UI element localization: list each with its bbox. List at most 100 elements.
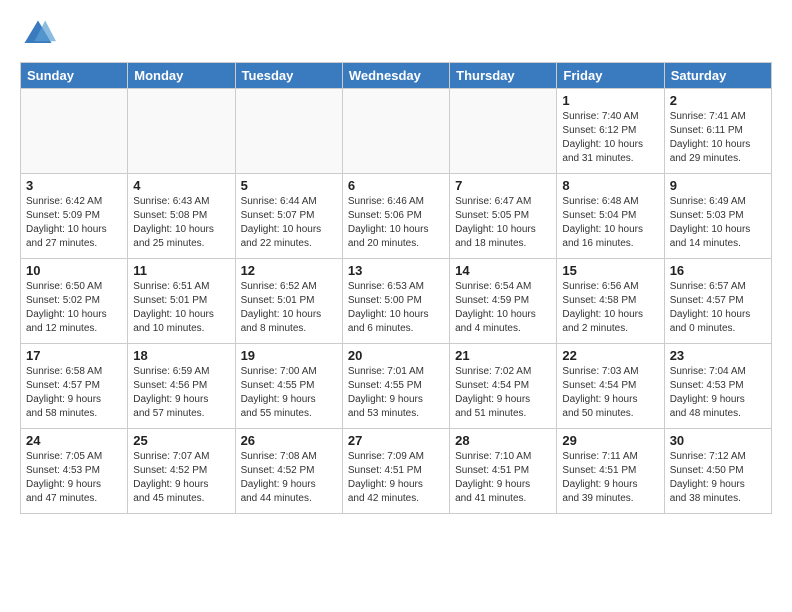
day-number: 6 xyxy=(348,178,444,193)
day-number: 12 xyxy=(241,263,337,278)
day-info: Sunrise: 6:49 AM Sunset: 5:03 PM Dayligh… xyxy=(670,195,766,251)
day-number: 27 xyxy=(348,433,444,448)
day-info: Sunrise: 6:54 AM Sunset: 4:59 PM Dayligh… xyxy=(455,280,551,336)
day-cell: 21 Sunrise: 7:02 AM Sunset: 4:54 PM Dayli… xyxy=(450,344,557,429)
day-cell: 2Sunrise: 7:41 AM Sunset: 6:11 PM Daylig… xyxy=(664,89,771,174)
weekday-header-wednesday: Wednesday xyxy=(342,63,449,89)
day-info: Sunrise: 7:11 AM Sunset: 4:51 PM Dayligh… xyxy=(562,450,658,506)
day-info: Sunrise: 7:00 AM Sunset: 4:55 PM Dayligh… xyxy=(241,365,337,421)
day-number: 8 xyxy=(562,178,658,193)
weekday-header-friday: Friday xyxy=(557,63,664,89)
day-info: Sunrise: 6:48 AM Sunset: 5:04 PM Dayligh… xyxy=(562,195,658,251)
day-info: Sunrise: 7:41 AM Sunset: 6:11 PM Dayligh… xyxy=(670,110,766,166)
day-number: 21 xyxy=(455,348,551,363)
day-info: Sunrise: 6:44 AM Sunset: 5:07 PM Dayligh… xyxy=(241,195,337,251)
day-info: Sunrise: 7:04 AM Sunset: 4:53 PM Dayligh… xyxy=(670,365,766,421)
weekday-header-tuesday: Tuesday xyxy=(235,63,342,89)
week-row-2: 3Sunrise: 6:42 AM Sunset: 5:09 PM Daylig… xyxy=(21,174,772,259)
day-info: Sunrise: 6:58 AM Sunset: 4:57 PM Dayligh… xyxy=(26,365,122,421)
day-cell: 25 Sunrise: 7:07 AM Sunset: 4:52 PM Dayli… xyxy=(128,429,235,514)
day-cell: 8 Sunrise: 6:48 AM Sunset: 5:04 PM Daylig… xyxy=(557,174,664,259)
day-cell: 17 Sunrise: 6:58 AM Sunset: 4:57 PM Dayli… xyxy=(21,344,128,429)
day-number: 18 xyxy=(133,348,229,363)
day-number: 14 xyxy=(455,263,551,278)
day-cell: 14 Sunrise: 6:54 AM Sunset: 4:59 PM Dayli… xyxy=(450,259,557,344)
day-cell: 29 Sunrise: 7:11 AM Sunset: 4:51 PM Dayli… xyxy=(557,429,664,514)
day-info: Sunrise: 7:03 AM Sunset: 4:54 PM Dayligh… xyxy=(562,365,658,421)
day-number: 17 xyxy=(26,348,122,363)
day-info: Sunrise: 6:57 AM Sunset: 4:57 PM Dayligh… xyxy=(670,280,766,336)
day-cell: 18 Sunrise: 6:59 AM Sunset: 4:56 PM Dayli… xyxy=(128,344,235,429)
header xyxy=(20,16,772,52)
day-cell: 30Sunrise: 7:12 AM Sunset: 4:50 PM Dayli… xyxy=(664,429,771,514)
weekday-header-saturday: Saturday xyxy=(664,63,771,89)
day-cell: 28Sunrise: 7:10 AM Sunset: 4:51 PM Dayli… xyxy=(450,429,557,514)
day-cell: 23 Sunrise: 7:04 AM Sunset: 4:53 PM Dayli… xyxy=(664,344,771,429)
day-info: Sunrise: 6:56 AM Sunset: 4:58 PM Dayligh… xyxy=(562,280,658,336)
day-number: 7 xyxy=(455,178,551,193)
week-row-5: 24 Sunrise: 7:05 AM Sunset: 4:53 PM Dayli… xyxy=(21,429,772,514)
weekday-header-thursday: Thursday xyxy=(450,63,557,89)
day-info: Sunrise: 7:02 AM Sunset: 4:54 PM Dayligh… xyxy=(455,365,551,421)
day-info: Sunrise: 6:51 AM Sunset: 5:01 PM Dayligh… xyxy=(133,280,229,336)
day-number: 24 xyxy=(26,433,122,448)
week-row-1: 1 Sunrise: 7:40 AM Sunset: 6:12 PM Daylig… xyxy=(21,89,772,174)
day-info: Sunrise: 7:10 AM Sunset: 4:51 PM Dayligh… xyxy=(455,450,551,506)
day-number: 9 xyxy=(670,178,766,193)
day-info: Sunrise: 7:09 AM Sunset: 4:51 PM Dayligh… xyxy=(348,450,444,506)
day-cell: 11 Sunrise: 6:51 AM Sunset: 5:01 PM Dayli… xyxy=(128,259,235,344)
week-row-3: 10Sunrise: 6:50 AM Sunset: 5:02 PM Dayli… xyxy=(21,259,772,344)
day-cell: 27 Sunrise: 7:09 AM Sunset: 4:51 PM Dayli… xyxy=(342,429,449,514)
day-cell: 10Sunrise: 6:50 AM Sunset: 5:02 PM Dayli… xyxy=(21,259,128,344)
weekday-header-row: SundayMondayTuesdayWednesdayThursdayFrid… xyxy=(21,63,772,89)
day-cell: 5 Sunrise: 6:44 AM Sunset: 5:07 PM Daylig… xyxy=(235,174,342,259)
day-info: Sunrise: 6:46 AM Sunset: 5:06 PM Dayligh… xyxy=(348,195,444,251)
day-cell: 12 Sunrise: 6:52 AM Sunset: 5:01 PM Dayli… xyxy=(235,259,342,344)
day-number: 13 xyxy=(348,263,444,278)
day-cell xyxy=(235,89,342,174)
day-number: 19 xyxy=(241,348,337,363)
day-number: 4 xyxy=(133,178,229,193)
day-number: 25 xyxy=(133,433,229,448)
weekday-header-monday: Monday xyxy=(128,63,235,89)
day-number: 22 xyxy=(562,348,658,363)
day-info: Sunrise: 7:12 AM Sunset: 4:50 PM Dayligh… xyxy=(670,450,766,506)
day-cell xyxy=(450,89,557,174)
day-cell: 4 Sunrise: 6:43 AM Sunset: 5:08 PM Daylig… xyxy=(128,174,235,259)
day-number: 29 xyxy=(562,433,658,448)
logo-icon xyxy=(20,16,56,52)
day-info: Sunrise: 6:52 AM Sunset: 5:01 PM Dayligh… xyxy=(241,280,337,336)
day-cell: 3Sunrise: 6:42 AM Sunset: 5:09 PM Daylig… xyxy=(21,174,128,259)
day-cell: 13 Sunrise: 6:53 AM Sunset: 5:00 PM Dayli… xyxy=(342,259,449,344)
day-number: 1 xyxy=(562,93,658,108)
day-info: Sunrise: 7:40 AM Sunset: 6:12 PM Dayligh… xyxy=(562,110,658,166)
day-info: Sunrise: 6:59 AM Sunset: 4:56 PM Dayligh… xyxy=(133,365,229,421)
logo xyxy=(20,16,60,52)
calendar: SundayMondayTuesdayWednesdayThursdayFrid… xyxy=(20,62,772,514)
day-info: Sunrise: 6:43 AM Sunset: 5:08 PM Dayligh… xyxy=(133,195,229,251)
day-number: 16 xyxy=(670,263,766,278)
day-cell: 7Sunrise: 6:47 AM Sunset: 5:05 PM Daylig… xyxy=(450,174,557,259)
day-info: Sunrise: 6:53 AM Sunset: 5:00 PM Dayligh… xyxy=(348,280,444,336)
day-number: 5 xyxy=(241,178,337,193)
day-cell: 19 Sunrise: 7:00 AM Sunset: 4:55 PM Dayli… xyxy=(235,344,342,429)
day-info: Sunrise: 7:01 AM Sunset: 4:55 PM Dayligh… xyxy=(348,365,444,421)
day-cell: 22 Sunrise: 7:03 AM Sunset: 4:54 PM Dayli… xyxy=(557,344,664,429)
day-cell xyxy=(128,89,235,174)
day-cell: 15 Sunrise: 6:56 AM Sunset: 4:58 PM Dayli… xyxy=(557,259,664,344)
day-cell: 9 Sunrise: 6:49 AM Sunset: 5:03 PM Daylig… xyxy=(664,174,771,259)
page: SundayMondayTuesdayWednesdayThursdayFrid… xyxy=(0,0,792,530)
day-info: Sunrise: 7:05 AM Sunset: 4:53 PM Dayligh… xyxy=(26,450,122,506)
day-number: 20 xyxy=(348,348,444,363)
day-cell xyxy=(21,89,128,174)
day-number: 23 xyxy=(670,348,766,363)
day-number: 11 xyxy=(133,263,229,278)
day-cell: 16 Sunrise: 6:57 AM Sunset: 4:57 PM Dayli… xyxy=(664,259,771,344)
day-number: 15 xyxy=(562,263,658,278)
weekday-header-sunday: Sunday xyxy=(21,63,128,89)
day-number: 10 xyxy=(26,263,122,278)
week-row-4: 17 Sunrise: 6:58 AM Sunset: 4:57 PM Dayli… xyxy=(21,344,772,429)
day-cell: 1 Sunrise: 7:40 AM Sunset: 6:12 PM Daylig… xyxy=(557,89,664,174)
day-number: 26 xyxy=(241,433,337,448)
day-info: Sunrise: 7:07 AM Sunset: 4:52 PM Dayligh… xyxy=(133,450,229,506)
